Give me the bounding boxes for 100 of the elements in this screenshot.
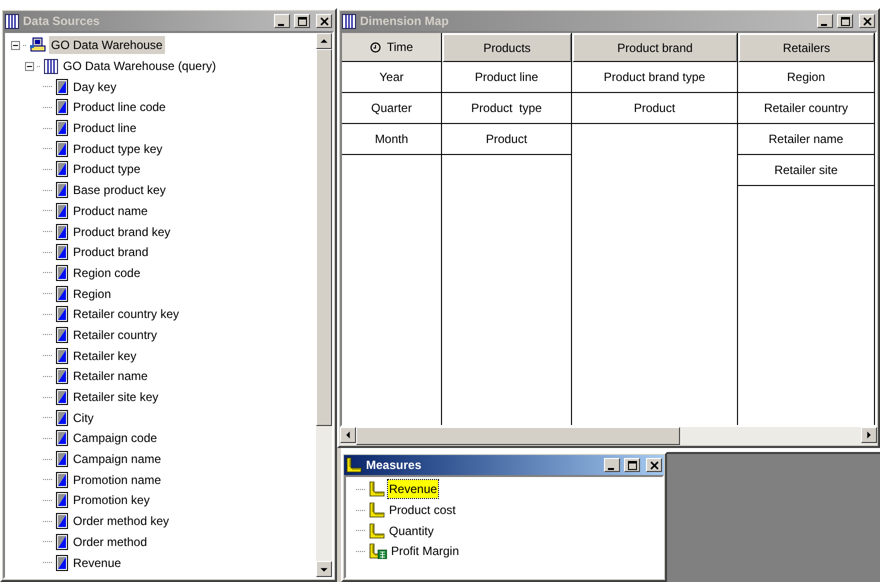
tree-line: [43, 314, 53, 315]
tree-line: [43, 272, 53, 274]
tree-item[interactable]: Retailer country: [71, 326, 160, 344]
column-icon: [56, 389, 68, 406]
tree-item[interactable]: Retailer country key: [71, 305, 182, 324]
tree-item[interactable]: GO Data Warehouse: [49, 36, 165, 54]
tree-item[interactable]: Retailer key: [71, 346, 138, 365]
tree-item[interactable]: Product name: [71, 202, 150, 220]
column-icon: [56, 410, 68, 426]
tree-line: [43, 334, 53, 336]
level-cell[interactable]: Retailer site: [738, 155, 874, 186]
column-icon: [56, 348, 68, 364]
scroll-thumb[interactable]: [356, 427, 680, 445]
measure-item[interactable]: Revenue: [388, 480, 438, 498]
window-title: Dimension Map: [360, 13, 450, 30]
tree-line: [43, 128, 53, 129]
tree-item[interactable]: Base product key: [71, 181, 168, 200]
column-icon: [56, 430, 68, 446]
dimension-header[interactable]: Products: [442, 33, 571, 62]
dimension-header[interactable]: Retailers: [738, 33, 874, 62]
tree-item[interactable]: Promotion name: [71, 470, 164, 489]
tree-item[interactable]: Campaign code: [71, 429, 160, 448]
column-icon: [56, 492, 68, 508]
vertical-scrollbar[interactable]: [316, 33, 332, 577]
scroll-left-button[interactable]: [340, 427, 356, 443]
window-title: Measures: [366, 457, 422, 474]
tree-line: [43, 106, 53, 108]
tree-item[interactable]: Region: [71, 284, 114, 303]
tree-item[interactable]: City: [71, 408, 96, 427]
tree-item[interactable]: Product type key: [71, 140, 164, 158]
tree-line: [43, 396, 53, 398]
tree-line: [43, 417, 53, 418]
scroll-right-button[interactable]: [861, 427, 877, 443]
column-icon: [56, 140, 68, 157]
tree-line: [43, 252, 53, 253]
level-cell[interactable]: Quarter: [342, 93, 441, 124]
column-icon: [56, 554, 68, 571]
horizontal-scrollbar[interactable]: [340, 427, 877, 445]
tree-item[interactable]: Retailer site key: [71, 388, 160, 406]
tree-item[interactable]: Product line code: [71, 98, 168, 116]
close-button[interactable]: [646, 458, 662, 472]
scroll-thumb[interactable]: [316, 49, 332, 426]
tree-line: [356, 510, 366, 511]
column-icon: [56, 472, 68, 488]
minimize-button[interactable]: [274, 14, 290, 28]
tree-line: [43, 458, 53, 460]
tree-item[interactable]: Region code: [71, 264, 142, 282]
tree-item[interactable]: Order method key: [71, 512, 172, 530]
close-button[interactable]: [316, 14, 332, 28]
level-cell[interactable]: Product: [572, 93, 737, 124]
tree-line: [43, 293, 53, 294]
measure-item[interactable]: Quantity: [388, 522, 435, 540]
tree-item[interactable]: GO Data Warehouse (query): [61, 57, 218, 76]
measure-item[interactable]: Profit Margin: [390, 542, 460, 560]
minimize-button[interactable]: [604, 458, 620, 472]
level-cell[interactable]: Product line: [442, 62, 571, 93]
ruler-icon: [346, 457, 362, 473]
dimension-header[interactable]: Product brand: [572, 33, 737, 62]
measure-item[interactable]: Product cost: [388, 501, 457, 520]
level-cell[interactable]: Region: [738, 62, 874, 93]
tree-item[interactable]: Product type: [71, 160, 142, 178]
tree-item[interactable]: Product brand: [71, 243, 150, 262]
tree-item[interactable]: Product brand key: [71, 222, 172, 241]
minimize-button[interactable]: [817, 14, 833, 28]
column-icon: [56, 78, 68, 95]
column-icon: [56, 99, 68, 116]
tree-item[interactable]: Promotion key: [71, 491, 152, 510]
level-cell[interactable]: Month: [342, 124, 441, 155]
dimension-header[interactable]: Time: [342, 33, 441, 62]
maximize-icon: [625, 459, 639, 471]
column-icon: [56, 306, 68, 322]
maximize-button[interactable]: [837, 14, 853, 28]
level-cell[interactable]: Product brand type: [572, 62, 737, 93]
level-cell[interactable]: Year: [342, 62, 441, 93]
ruler-icon: [369, 481, 385, 498]
columns-icon: [5, 14, 19, 28]
database-icon: [30, 37, 46, 54]
level-cell[interactable]: Retailer name: [738, 124, 874, 155]
maximize-button[interactable]: [624, 458, 640, 472]
columns-icon: [44, 58, 58, 74]
tree-item[interactable]: Product line: [71, 119, 138, 138]
tree-item[interactable]: Retailer name: [71, 367, 150, 386]
tree-line: [356, 550, 366, 552]
tree-line: [43, 562, 53, 564]
column-icon: [56, 368, 68, 384]
column-icon: [56, 202, 68, 219]
scroll-down-button[interactable]: [316, 561, 332, 577]
maximize-button[interactable]: [294, 14, 310, 28]
level-cell[interactable]: Product type: [442, 93, 571, 124]
tree-item[interactable]: Day key: [71, 78, 118, 96]
tree-line: [356, 488, 366, 490]
columns-icon: [342, 14, 356, 28]
tree-item[interactable]: Campaign name: [71, 450, 164, 468]
column-icon: [56, 451, 68, 468]
close-button[interactable]: [859, 14, 875, 28]
tree-item[interactable]: Order method: [71, 532, 150, 551]
scroll-up-button[interactable]: [316, 33, 332, 49]
level-cell[interactable]: Product: [442, 124, 571, 155]
tree-item[interactable]: Revenue: [71, 554, 124, 572]
level-cell[interactable]: Retailer country: [738, 93, 874, 124]
